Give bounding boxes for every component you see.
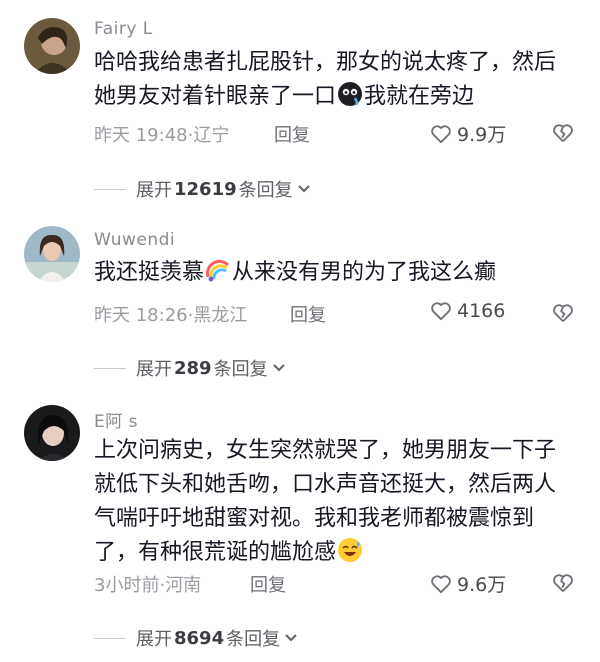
like-button[interactable]: 4166 [430,300,505,322]
comment-text: 哈哈我给患者扎屁股针，那女的说太疼了，然后她男友对着针眼亲了一口 我就在旁边 [94,46,564,114]
expand-replies-button[interactable]: 展开 8694 条回复 [94,625,298,651]
chevron-down-icon [297,185,310,193]
expand-label: 展开 [136,629,172,650]
expand-label: 条回复 [238,180,293,201]
reply-count: 12619 [174,178,237,200]
reply-button[interactable]: 回复 [250,571,286,597]
rainbow-fan-emoji [206,259,230,282]
heart-outline-icon [431,302,451,321]
black-blob-face-emoji [338,82,363,106]
reply-button[interactable]: 回复 [274,121,310,147]
comment-username[interactable]: Wuwendi [94,230,175,250]
comment-time: 3小时前 [94,575,160,596]
comment-text-part: 从来没有男的为了我这么癫 [232,260,497,285]
reply-count: 8694 [174,627,225,649]
comment-text-part: 哈哈我给患者扎屁股针，那女的说太疼了，然后她男友对着针眼亲了一口 [94,50,557,109]
divider [94,637,126,639]
like-button[interactable]: 9.9万 [430,120,506,147]
expand-label: 条回复 [226,629,281,650]
expand-label: 展开 [136,180,172,201]
comment-meta: 昨天 19:48·辽宁 [94,125,230,146]
chevron-down-icon [272,364,285,372]
comment-username[interactable]: Fairy L [94,19,153,39]
avatar[interactable] [24,18,80,74]
comment-text: 我还挺羡慕 从来没有男的为了我这么癫 [94,256,564,290]
grinning-sweat-emoji [338,538,363,562]
like-button[interactable]: 9.6万 [430,570,506,597]
heart-outline-icon [431,124,451,143]
chevron-down-icon [285,634,297,642]
like-count: 9.9万 [457,124,507,146]
expand-replies-button[interactable]: 展开 289 条回复 [94,355,286,381]
comment-meta: 昨天 18:26·黑龙江 [94,305,248,326]
avatar[interactable] [24,405,80,461]
expand-label: 条回复 [213,359,268,380]
comment-time: 昨天 18:26 [94,305,188,326]
comment-location: 河南 [165,575,202,596]
expand-label: 展开 [136,359,172,380]
avatar[interactable] [24,226,80,282]
comment-location: 黑龙江 [193,305,248,326]
divider [94,188,126,190]
comment-text: 上次问病史，女生突然就哭了，她男朋友一下子就低下头和她舌吻，口水声音还挺大，然后… [94,434,564,570]
like-count: 9.6万 [457,574,507,596]
comment-text-part: 上次问病史，女生突然就哭了，她男朋友一下子就低下头和她舌吻，口水声音还挺大，然后… [94,438,557,565]
heart-outline-icon [431,574,451,593]
reply-button[interactable]: 回复 [290,301,326,327]
reply-count: 289 [174,357,212,379]
comment-text-part: 我就在旁边 [364,84,475,109]
expand-replies-button[interactable]: 展开 12619 条回复 [94,176,311,202]
comment-time: 昨天 19:48 [94,125,188,146]
broken-heart-icon[interactable] [552,122,574,144]
comment-meta: 3小时前·河南 [94,575,202,596]
like-count: 4166 [457,300,506,322]
broken-heart-icon[interactable] [552,302,574,324]
comment-text-part: 我还挺羡慕 [94,260,205,285]
comment-location: 辽宁 [193,125,230,146]
comment-username[interactable]: E阿 s [94,407,138,432]
divider [94,367,126,369]
broken-heart-icon[interactable] [552,572,574,594]
